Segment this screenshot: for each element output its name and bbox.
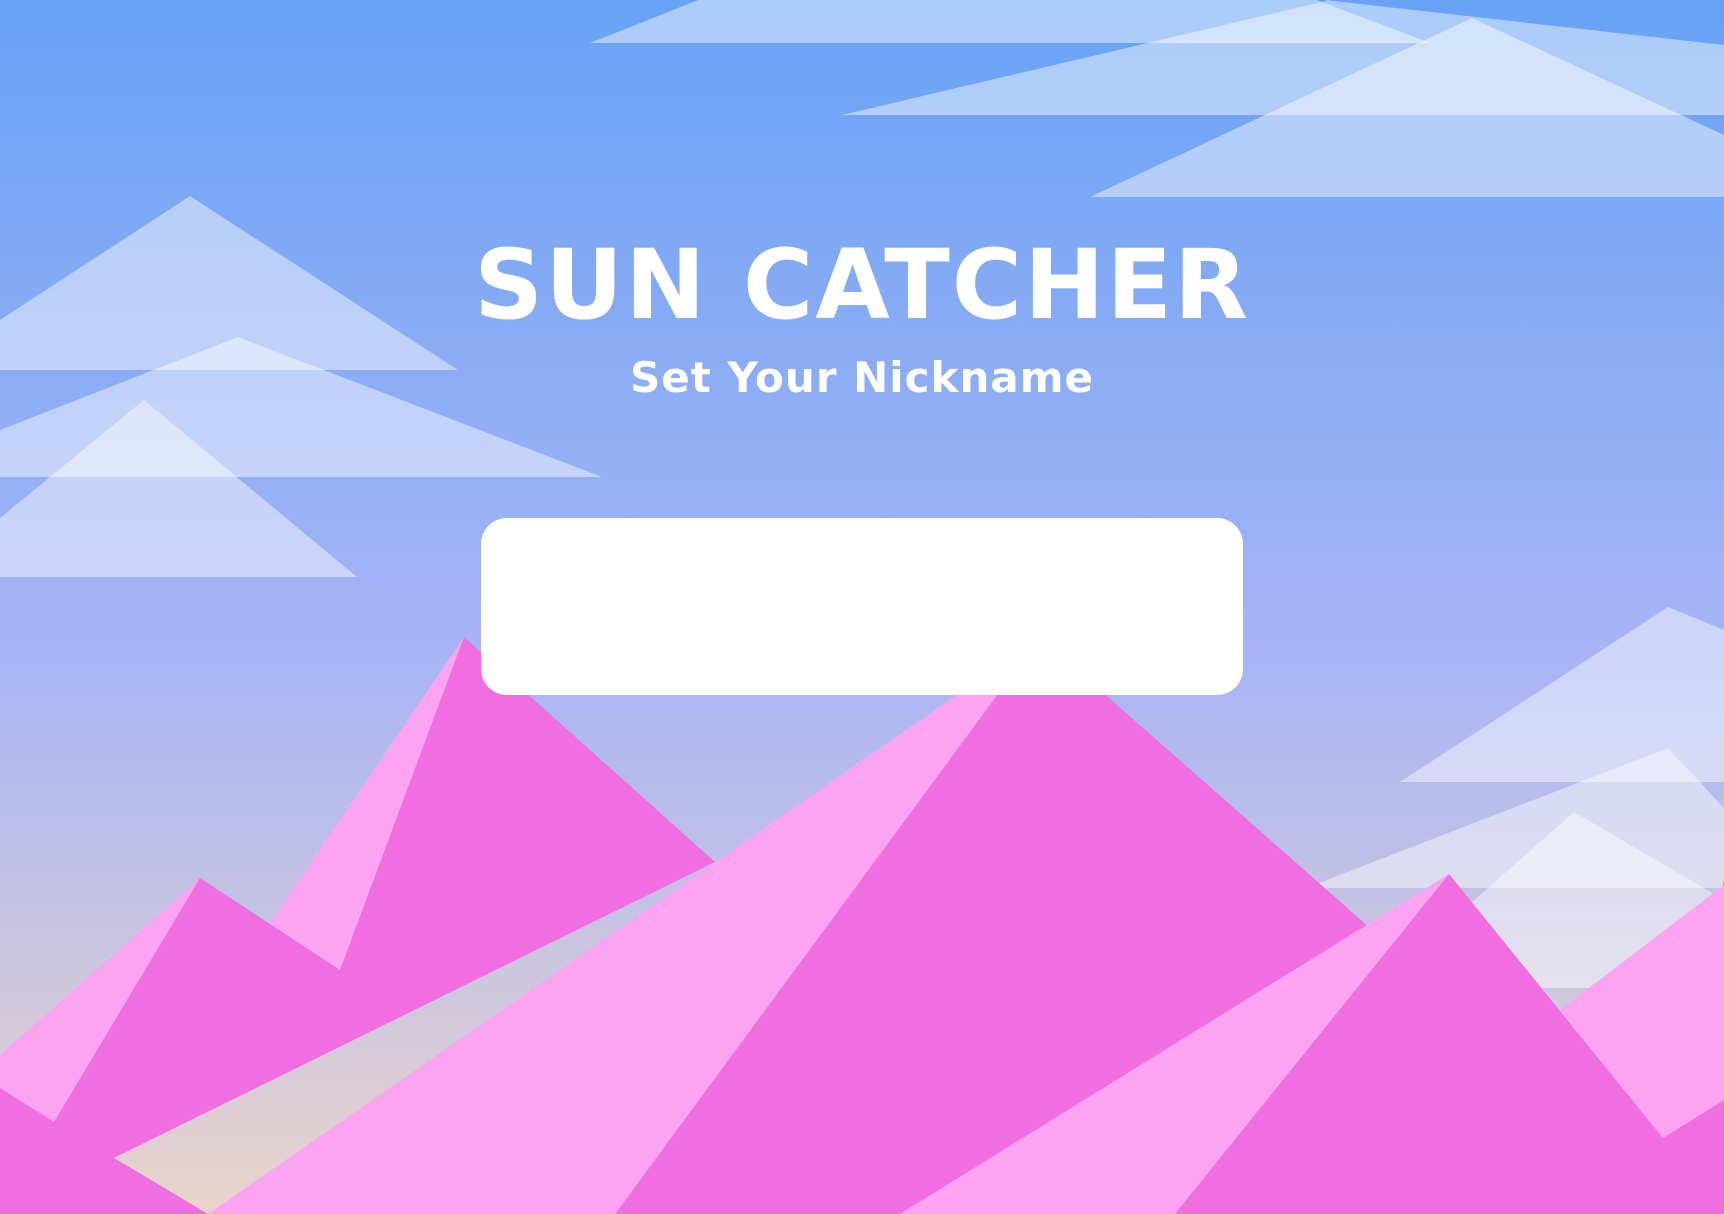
game-title: SUN CATCHER — [474, 229, 1250, 341]
game-screen: SUN CATCHER Set Your Nickname — [0, 0, 1724, 1214]
nickname-input[interactable] — [481, 518, 1243, 695]
nickname-prompt: Set Your Nickname — [630, 353, 1094, 402]
